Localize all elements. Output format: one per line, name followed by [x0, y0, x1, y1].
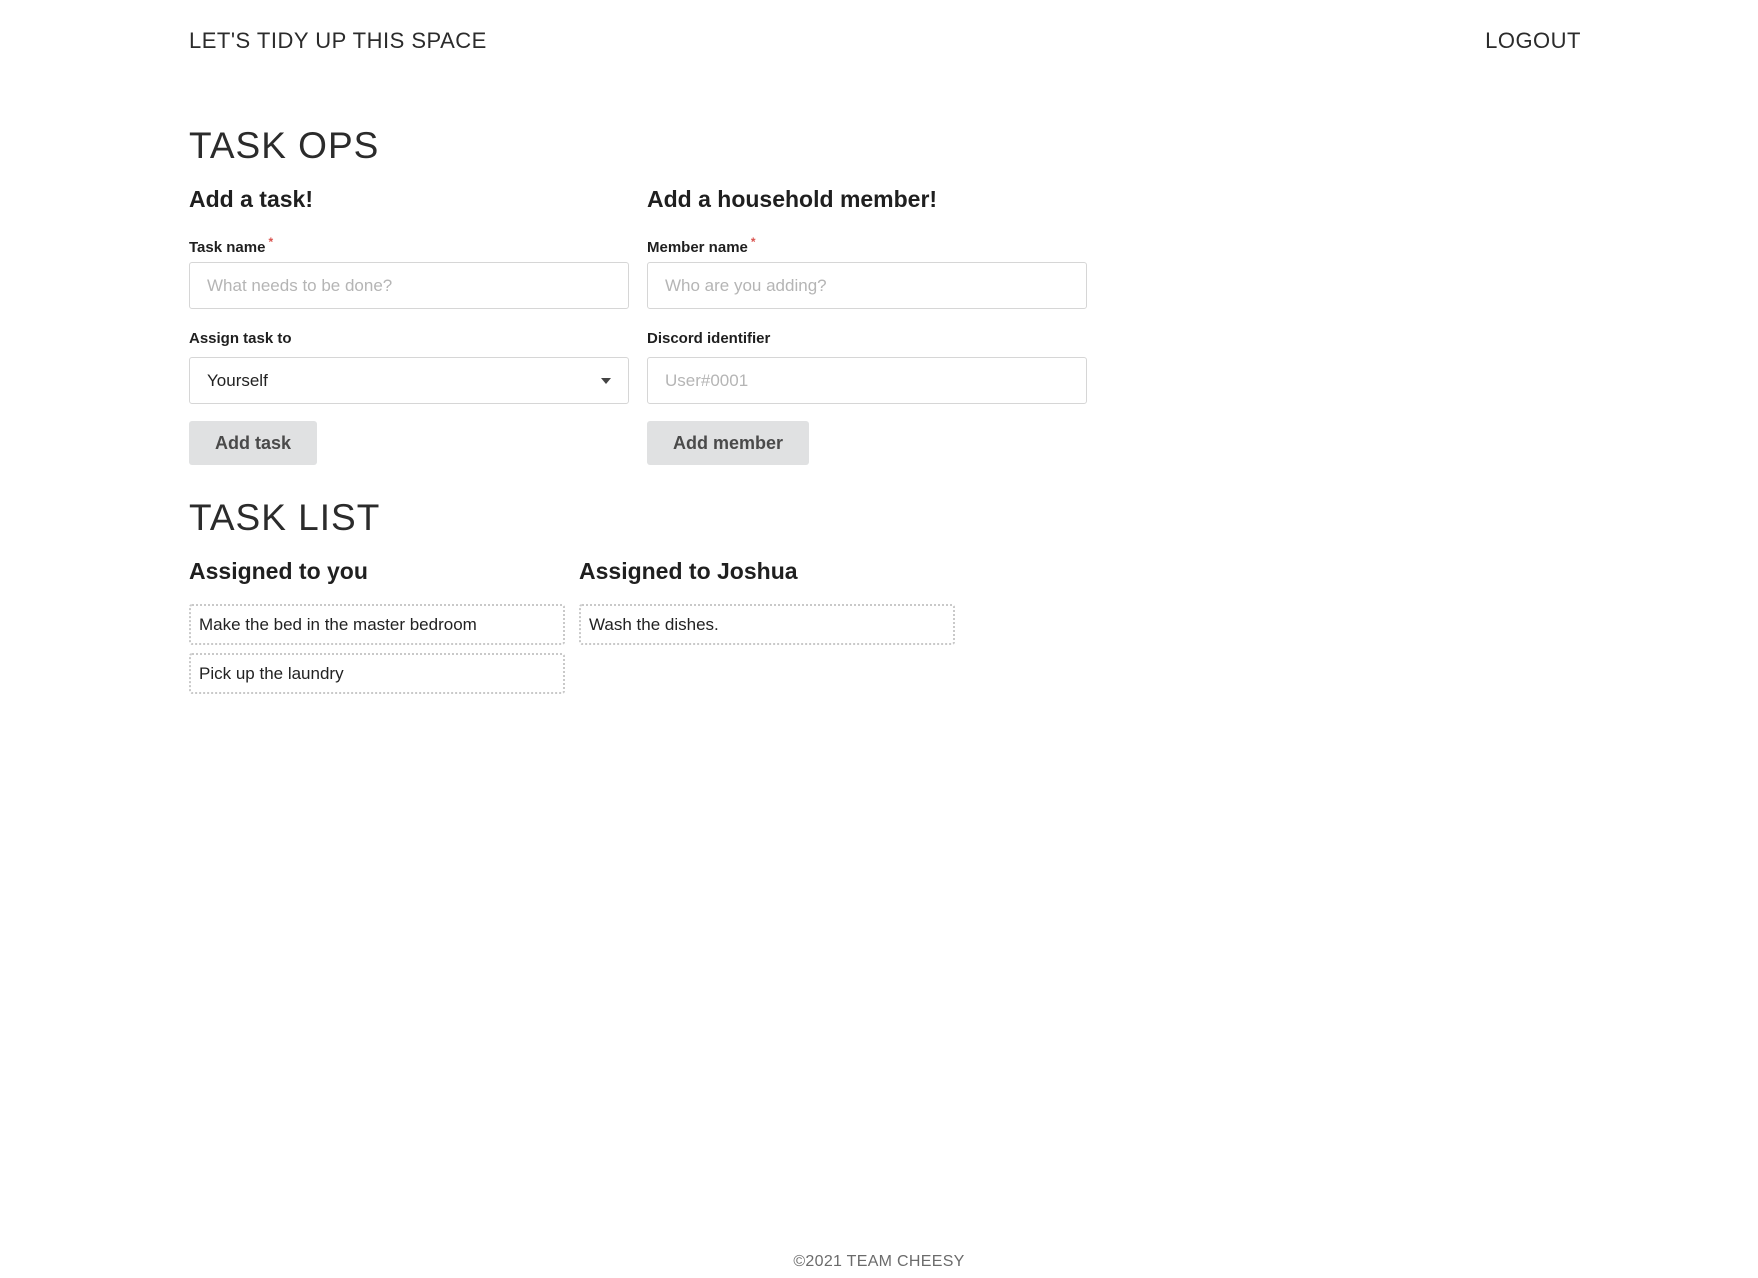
chevron-down-icon — [601, 378, 611, 384]
logout-link[interactable]: LOGOUT — [1485, 28, 1581, 54]
top-nav: LET'S TIDY UP THIS SPACE LOGOUT — [189, 28, 1581, 58]
brand-link[interactable]: LET'S TIDY UP THIS SPACE — [189, 28, 487, 54]
footer-copyright: ©2021 TEAM CHEESY — [793, 1253, 965, 1270]
assign-task-label: Assign task to — [189, 330, 292, 347]
member-name-label: Member name * — [647, 235, 756, 256]
task-name-input[interactable] — [189, 262, 629, 309]
required-marker: * — [268, 235, 274, 249]
required-marker: * — [750, 235, 756, 249]
task-item[interactable]: Wash the dishes. — [579, 604, 955, 645]
add-member-heading: Add a household member! — [647, 186, 938, 212]
task-name-label-text: Task name — [189, 239, 266, 256]
member-name-input[interactable] — [647, 262, 1087, 309]
task-item[interactable]: Make the bed in the master bedroom — [189, 604, 565, 645]
discord-identifier-input[interactable] — [647, 357, 1087, 404]
task-column-heading: Assigned to Joshua — [579, 558, 798, 584]
add-task-heading: Add a task! — [189, 186, 313, 212]
add-member-button[interactable]: Add member — [647, 421, 810, 465]
discord-identifier-label: Discord identifier — [647, 330, 771, 347]
task-ops-title: TASK OPS — [189, 125, 380, 166]
task-column-heading: Assigned to you — [189, 558, 368, 584]
assign-task-select[interactable]: Yourself — [189, 357, 629, 404]
member-name-label-text: Member name — [647, 239, 748, 256]
add-task-button[interactable]: Add task — [189, 421, 318, 465]
task-list-title: TASK LIST — [189, 497, 381, 538]
assign-task-selected-value: Yourself — [207, 371, 268, 390]
task-name-label: Task name * — [189, 235, 273, 256]
task-item[interactable]: Pick up the laundry — [189, 653, 565, 694]
